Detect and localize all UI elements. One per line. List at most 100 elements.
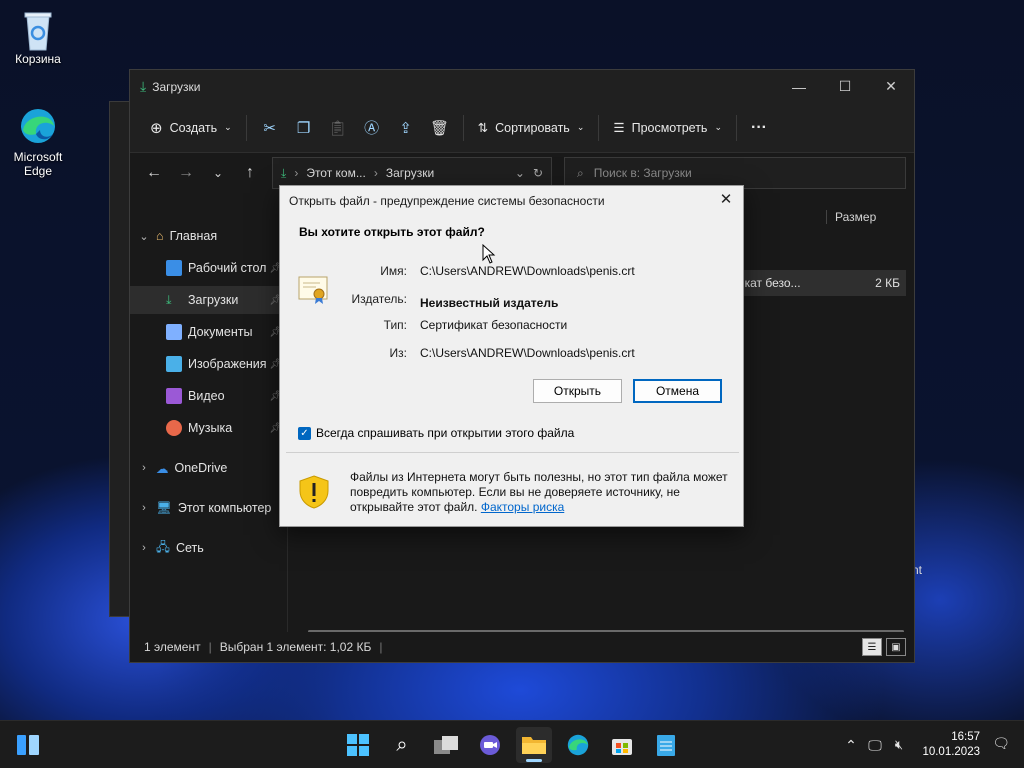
cancel-button[interactable]: Отмена xyxy=(633,379,722,403)
breadcrumb-downloads[interactable]: Загрузки xyxy=(386,166,434,180)
open-button[interactable]: Открыть xyxy=(533,379,622,403)
search-icon[interactable]: ⌕ xyxy=(384,727,420,763)
start-windows-icon[interactable] xyxy=(340,727,376,763)
share-icon[interactable]: ⇪ xyxy=(389,113,423,143)
sidebar-item-videos[interactable]: Видео 📌︎ xyxy=(130,382,288,410)
name-value: C:\Users\ANDREW\Downloads\penis.crt xyxy=(420,264,635,278)
music-icon xyxy=(166,420,182,436)
taskbar: ⌕ ⌃ 🖵︎ 🔇︎ 16:57 10.01.2023 🗨︎ xyxy=(0,720,1024,768)
minimize-button[interactable]: — xyxy=(776,70,822,103)
dialog-close-button[interactable]: ✕ xyxy=(715,189,737,211)
chevron-up-icon[interactable]: ⌃ xyxy=(840,737,862,754)
delete-icon[interactable]: 🗑︎ xyxy=(423,113,457,143)
sidebar-item-documents[interactable]: Документы 📌︎ xyxy=(130,318,288,346)
sidebar-item-downloads[interactable]: ⤓ Загрузки 📌︎ xyxy=(130,286,288,314)
chevron-down-icon: ⌄ xyxy=(224,122,232,132)
desktop-icon-label: Корзина xyxy=(15,52,61,66)
refresh-icon[interactable]: ↻ xyxy=(533,166,543,180)
download-icon: ⤓ xyxy=(140,78,147,94)
checkmark-icon[interactable]: ✓ xyxy=(298,426,311,440)
task-view-icon[interactable] xyxy=(428,727,464,763)
separator xyxy=(462,114,464,141)
chevron-down-icon[interactable]: ⌄ xyxy=(136,230,152,243)
paste-icon[interactable]: 📋︎ xyxy=(321,113,355,143)
clock-date: 10.01.2023 xyxy=(922,746,980,758)
checkbox-label: Всегда спрашивать при открытии этого фай… xyxy=(316,426,575,440)
file-row-selected[interactable]: фикат безо... 2 КБ xyxy=(720,270,906,296)
name-label: Имя: xyxy=(380,264,407,278)
sort-icon: ⇅ xyxy=(477,121,489,135)
active-indicator xyxy=(526,759,542,762)
file-explorer-taskbar-icon[interactable] xyxy=(516,727,552,763)
column-header-size[interactable]: Размер xyxy=(826,210,904,224)
chevron-right-icon: › xyxy=(373,166,378,180)
notepad-icon[interactable] xyxy=(648,727,684,763)
chevron-right-icon[interactable]: › xyxy=(136,502,152,514)
chevron-right-icon: › xyxy=(294,166,299,180)
sidebar-item-home[interactable]: ⌄ ⌂ Главная xyxy=(130,222,288,250)
selection-info: Выбран 1 элемент: 1,02 КБ xyxy=(219,640,372,654)
dialog-title: Открыть файл - предупреждение системы бе… xyxy=(289,194,605,208)
copy-icon[interactable]: ❐ xyxy=(287,113,321,143)
home-icon: ⌂ xyxy=(156,229,164,243)
recent-chevron-icon[interactable]: ⌄ xyxy=(202,158,234,188)
chevron-down-icon[interactable]: ⌄ xyxy=(515,166,525,180)
rename-icon[interactable]: Ⓐ xyxy=(355,113,389,143)
warning-message: Файлы из Интернета могут быть полезны, н… xyxy=(350,470,728,514)
sidebar-item-music[interactable]: Музыка 📌︎ xyxy=(130,414,288,442)
large-icons-view-icon[interactable]: ▣ xyxy=(886,638,906,656)
desktop-icon-recycle-bin[interactable]: Корзина xyxy=(0,8,76,66)
view-lines-icon: ☰ xyxy=(613,121,625,135)
mouse-cursor-icon xyxy=(482,243,496,267)
more-options-button[interactable]: ··· xyxy=(743,113,775,143)
separator xyxy=(598,114,600,141)
sidebar-item-this-pc[interactable]: › 🖥︎ Этот компьютер xyxy=(130,494,288,522)
maximize-button[interactable]: ☐ xyxy=(822,70,868,103)
edge-taskbar-icon[interactable] xyxy=(560,727,596,763)
desktop-icon-edge[interactable]: Microsoft Edge xyxy=(0,106,76,178)
notification-icon[interactable]: 🗨︎ xyxy=(992,735,1010,752)
network-icon: 🖧︎ xyxy=(156,539,170,554)
from-label: Из: xyxy=(389,346,407,360)
pictures-icon xyxy=(166,356,182,372)
window-title: Загрузки xyxy=(152,79,201,94)
type-value: Сертификат безопасности xyxy=(420,318,568,332)
chat-icon[interactable] xyxy=(472,727,508,763)
search-placeholder: Поиск в: Загрузки xyxy=(593,166,692,180)
create-button[interactable]: ⊕ Создать ⌄ xyxy=(142,113,240,143)
up-arrow-icon[interactable]: ↑ xyxy=(234,158,266,188)
sidebar-item-onedrive[interactable]: › ☁ OneDrive xyxy=(130,454,288,482)
speaker-muted-icon[interactable]: 🔇︎ xyxy=(888,737,910,753)
clock[interactable]: 16:57 10.01.2023 xyxy=(922,730,980,760)
documents-icon xyxy=(166,324,182,340)
from-value: C:\Users\ANDREW\Downloads\penis.crt xyxy=(420,346,635,360)
videos-icon xyxy=(166,388,182,404)
desktop-folder-icon xyxy=(166,260,182,276)
chevron-right-icon[interactable]: › xyxy=(136,542,152,554)
store-icon[interactable] xyxy=(604,727,640,763)
plus-circle-icon: ⊕ xyxy=(150,119,163,137)
close-button[interactable]: ✕ xyxy=(868,70,914,103)
explorer-titlebar[interactable]: ⤓ Загрузки — ☐ ✕ xyxy=(130,70,914,103)
back-arrow-icon[interactable]: ← xyxy=(138,158,170,188)
always-ask-checkbox-row[interactable]: ✓ Всегда спрашивать при открытии этого ф… xyxy=(298,426,574,440)
separator xyxy=(736,114,737,141)
sidebar-item-desktop[interactable]: Рабочий стол 📌︎ xyxy=(130,254,288,282)
forward-arrow-icon[interactable]: → xyxy=(170,158,202,188)
cut-icon[interactable]: ✂ xyxy=(253,113,287,143)
chevron-right-icon[interactable]: › xyxy=(136,462,152,474)
sort-button[interactable]: ⇅ Сортировать ⌄ xyxy=(470,114,593,141)
warning-footer: Файлы из Интернета могут быть полезны, н… xyxy=(280,453,743,526)
status-bar: 1 элемент | Выбран 1 элемент: 1,02 КБ | … xyxy=(130,632,914,662)
details-view-icon[interactable]: ☰ xyxy=(862,638,882,656)
network-icon[interactable]: 🖵︎ xyxy=(862,737,888,754)
breadcrumb-this-pc[interactable]: Этот ком... xyxy=(306,166,366,180)
sidebar-item-pictures[interactable]: Изображения 📌︎ xyxy=(130,350,288,378)
desktop-icon-label: Microsoft Edge xyxy=(13,150,63,178)
shield-warning-icon xyxy=(298,475,330,509)
view-button[interactable]: ☰ Просмотреть ⌄ xyxy=(605,114,730,141)
risk-factors-link[interactable]: Факторы риска xyxy=(481,500,564,514)
separator xyxy=(245,114,247,141)
widgets-icon[interactable] xyxy=(10,727,46,763)
sidebar-item-network[interactable]: › 🖧︎ Сеть xyxy=(130,534,288,562)
